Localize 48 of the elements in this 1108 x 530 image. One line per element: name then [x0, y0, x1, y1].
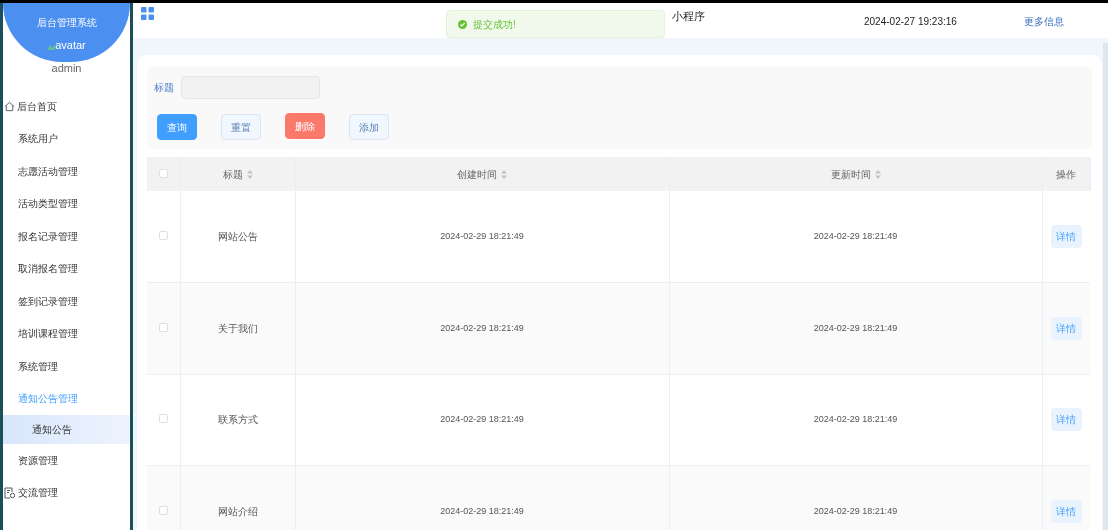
sort-icon[interactable]: [246, 170, 253, 180]
document-icon: [4, 486, 16, 499]
sort-icon[interactable]: [874, 170, 881, 180]
header-title: 小程序: [672, 9, 705, 24]
table-cell: 2024-02-29 18:21:49: [295, 282, 669, 374]
table-cell: 2024-02-29 18:21:49: [669, 374, 1042, 466]
sidebar-item[interactable]: 志愿活动管理: [3, 155, 130, 188]
table-cell: 2024-02-29 18:21:49: [295, 191, 669, 283]
check-circle-icon: [458, 19, 467, 29]
checkbox[interactable]: [158, 231, 168, 240]
checkbox[interactable]: [158, 414, 168, 424]
action-button[interactable]: 添加: [349, 114, 389, 140]
sidebar-item[interactable]: 系统管理: [3, 350, 130, 383]
header-datetime: 2024-02-27 19:23:16: [864, 15, 957, 29]
sidebar-item[interactable]: 后台首页: [3, 90, 130, 123]
table-cell: 联系方式: [180, 374, 295, 466]
action-button[interactable]: 重置: [221, 114, 261, 140]
sidebar-subitem[interactable]: 通知公告: [3, 415, 130, 444]
sort-icon[interactable]: [501, 170, 507, 180]
sidebar-item[interactable]: 签到记录管理: [3, 285, 130, 318]
table-cell: 网站介绍: [180, 465, 295, 530]
sidebar-item[interactable]: 交流管理: [3, 476, 130, 509]
checkbox[interactable]: [158, 505, 168, 515]
system-title: 后台管理系统: [36, 16, 97, 30]
sidebar-item[interactable]: 取消报名管理: [3, 252, 130, 285]
sidebar-item[interactable]: 系统用户: [3, 122, 130, 155]
table-cell: 2024-02-29 18:21:49: [669, 465, 1042, 530]
scrollbar[interactable]: [1103, 43, 1108, 530]
search-label: 标题: [154, 81, 174, 95]
table-cell: 2024-02-29 18:21:49: [669, 282, 1042, 374]
table-cell: 网站公告: [180, 191, 295, 283]
home-icon: [4, 100, 15, 112]
table-cell: 2024-02-29 18:21:49: [295, 465, 669, 530]
table-cell: 2024-02-29 18:21:49: [669, 191, 1042, 283]
table-cell: 2024-02-29 18:21:49: [295, 374, 669, 466]
menu-icon[interactable]: [141, 7, 154, 20]
avatar-image: avatar: [47, 40, 86, 51]
sidebar-item[interactable]: 资源管理: [3, 444, 130, 477]
table-cell: 关于我们: [180, 282, 295, 374]
sidebar-item[interactable]: 培训课程管理: [3, 317, 130, 350]
sidebar-item[interactable]: 通知公告管理: [3, 382, 130, 415]
sidebar-item[interactable]: 活动类型管理: [3, 187, 130, 220]
sidebar-item[interactable]: 报名记录管理: [3, 220, 130, 253]
username: admin: [50, 63, 83, 74]
more-info-link[interactable]: 更多信息: [1023, 14, 1064, 29]
checkbox[interactable]: [158, 322, 168, 332]
checkbox[interactable]: [158, 168, 168, 178]
toast-message: 提交成功!: [473, 17, 516, 32]
